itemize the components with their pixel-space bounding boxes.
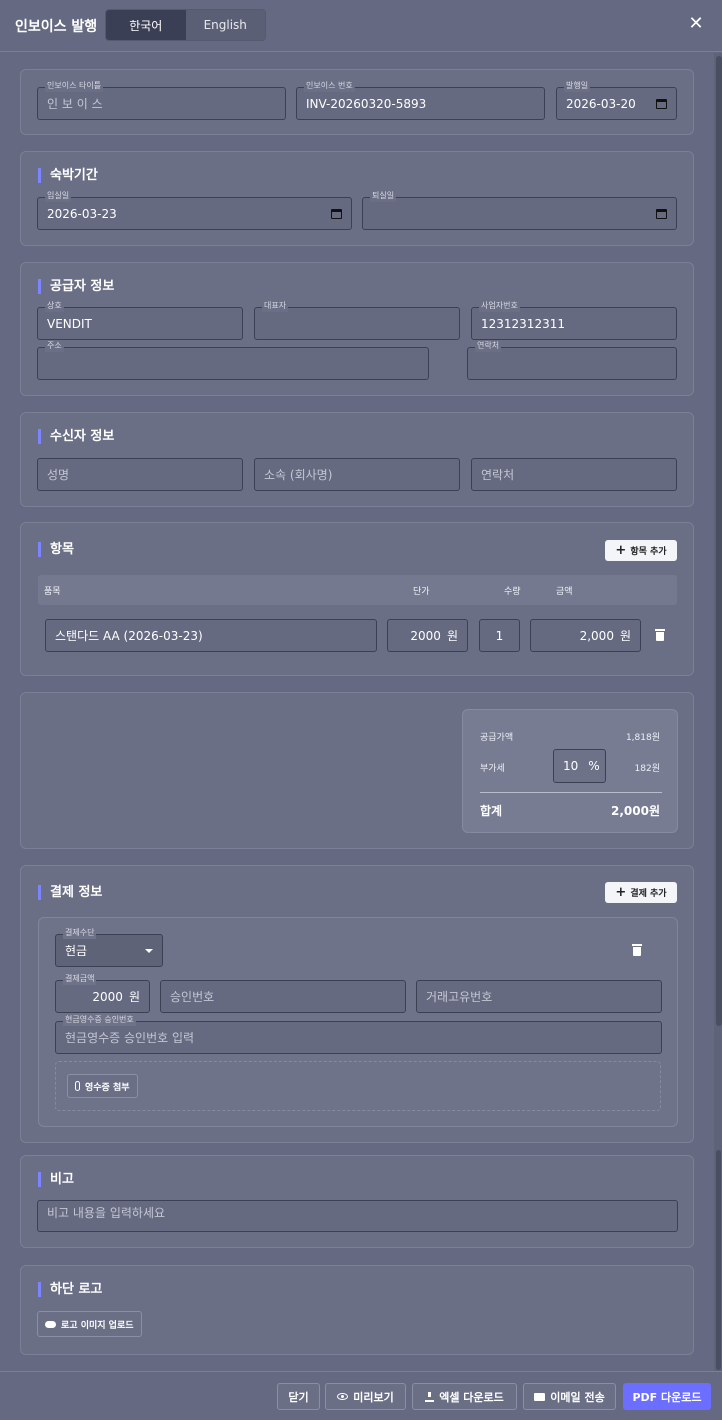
lang-ko-button[interactable]: 한국어 xyxy=(106,10,186,40)
calendar-icon[interactable] xyxy=(656,99,667,109)
recipient-contact-field[interactable]: 연락처 xyxy=(471,458,677,491)
cloud-upload-icon xyxy=(45,1320,56,1328)
total-value: 2,000원 xyxy=(611,804,660,818)
section-title-notes: 비고 xyxy=(38,1172,74,1187)
recipient-org-field[interactable]: 소속 (회사명) xyxy=(254,458,460,491)
paperclip-icon xyxy=(75,1081,80,1091)
notes-card: 비고 비고 내용을 입력하세요 xyxy=(20,1155,694,1248)
supply-amount-value: 1,818원 xyxy=(625,733,660,743)
mail-icon xyxy=(534,1392,546,1401)
section-title-stay: 숙박기간 xyxy=(38,168,98,183)
invoice-title-field[interactable]: 인보이스 타이틀 인 보 이 스 xyxy=(37,80,286,120)
preview-button[interactable]: 미리보기 xyxy=(325,1383,406,1410)
approval-number-field[interactable]: 승인번호 xyxy=(160,980,406,1013)
plus-icon: + xyxy=(615,542,627,558)
item-name-field[interactable]: 스탠다드 AA (2026-03-23) xyxy=(45,619,377,652)
summary-card: 공급가액 1,818원 부가세 10 % 182원 합계 2,000원 xyxy=(20,692,694,849)
calendar-icon[interactable] xyxy=(331,209,342,219)
items-card: 항목 + 항목 추가 품목 단가 수량 금액 스탠다드 AA (2026-03-… xyxy=(20,522,694,676)
notes-textarea[interactable]: 비고 내용을 입력하세요 xyxy=(37,1200,678,1232)
lang-en-button[interactable]: English xyxy=(185,10,265,40)
calendar-icon[interactable] xyxy=(656,209,667,219)
email-send-button[interactable]: 이메일 전송 xyxy=(523,1383,616,1410)
add-payment-button[interactable]: + 결제 추가 xyxy=(605,882,677,903)
pdf-download-button[interactable]: PDF 다운로드 xyxy=(623,1383,711,1410)
chevron-down-icon xyxy=(145,949,153,953)
section-title-items: 항목 xyxy=(38,542,74,557)
supplier-contact-field[interactable]: 연락처 xyxy=(467,340,677,380)
section-title-recipient: 수신자 정보 xyxy=(38,429,114,444)
upload-logo-button[interactable]: 로고 이미지 업로드 xyxy=(37,1311,142,1337)
checkout-date-field[interactable]: 퇴실일 xyxy=(362,190,677,230)
item-price-field[interactable]: 2000 원 xyxy=(387,619,468,652)
issue-date-field[interactable]: 발행일 2026-03-20 xyxy=(556,80,677,120)
cash-receipt-field[interactable]: 현금영수증 승인번호 현금영수증 승인번호 입력 xyxy=(55,1014,662,1054)
summary-box: 공급가액 1,818원 부가세 10 % 182원 합계 2,000원 xyxy=(462,709,678,833)
eye-icon xyxy=(337,1393,349,1400)
section-title-logo: 하단 로고 xyxy=(38,1282,102,1297)
form-body: 인보이스 타이틀 인 보 이 스 인보이스 번호 INV-20260320-58… xyxy=(0,53,714,1371)
close-button[interactable]: 닫기 xyxy=(277,1383,320,1410)
representative-field[interactable]: 대표자 xyxy=(254,300,460,340)
item-amount-field: 2,000 원 xyxy=(530,619,641,652)
excel-download-button[interactable]: 엑셀 다운로드 xyxy=(412,1383,517,1410)
attach-receipt-button[interactable]: 영수증 첨부 xyxy=(67,1074,138,1098)
add-item-button[interactable]: + 항목 추가 xyxy=(605,540,677,561)
scrollbar-thumb[interactable] xyxy=(716,56,722,1026)
item-qty-field[interactable]: 1 xyxy=(479,619,520,652)
delete-item-icon[interactable] xyxy=(655,629,665,641)
checkin-date-field[interactable]: 입실일 2026-03-23 xyxy=(37,190,352,230)
vat-rate-field[interactable]: 10 % xyxy=(553,749,606,783)
download-icon xyxy=(425,1391,435,1402)
payment-method-select[interactable]: 결제수단 현금 xyxy=(55,927,163,967)
items-table-header: 품목 단가 수량 금액 xyxy=(38,575,677,605)
transaction-id-field[interactable]: 거래고유번호 xyxy=(416,980,662,1013)
section-title-payment: 결제 정보 xyxy=(38,885,102,900)
modal-footer: 닫기 미리보기 엑셀 다운로드 이메일 전송 PDF 다운로드 xyxy=(0,1371,722,1420)
receipt-drop-zone[interactable]: 영수증 첨부 xyxy=(55,1061,661,1111)
recipient-name-field[interactable]: 성명 xyxy=(37,458,243,491)
business-number-field[interactable]: 사업자번호 12312312311 xyxy=(471,300,677,340)
summary-divider xyxy=(480,792,662,793)
basic-info-card: 인보이스 타이틀 인 보 이 스 인보이스 번호 INV-20260320-58… xyxy=(20,69,694,135)
supplier-card: 공급자 정보 상호 VENDIT 대표자 사업자번호 12312312311 주… xyxy=(20,262,694,396)
recipient-card: 수신자 정보 성명 소속 (회사명) 연락처 xyxy=(20,412,694,507)
stay-period-card: 숙박기간 입실일 2026-03-23 퇴실일 xyxy=(20,151,694,246)
total-label: 합계 xyxy=(480,804,503,818)
company-name-field[interactable]: 상호 VENDIT xyxy=(37,300,243,340)
vat-label: 부가세 xyxy=(480,764,505,774)
delete-payment-icon[interactable] xyxy=(632,944,642,956)
payment-entry: 결제수단 현금 결제금액 2000 원 승인번호 거래고유번호 현금영수증 승인… xyxy=(38,917,678,1127)
scrollbar-lower-thumb[interactable] xyxy=(716,1150,721,1370)
plus-icon: + xyxy=(615,884,627,900)
close-icon[interactable]: ✕ xyxy=(686,14,706,34)
modal-title: 인보이스 발행 xyxy=(15,18,98,35)
payment-card: 결제 정보 + 결제 추가 결제수단 현금 결제금액 2000 원 승인번호 거… xyxy=(20,865,694,1143)
invoice-number-field[interactable]: 인보이스 번호 INV-20260320-5893 xyxy=(296,80,545,120)
payment-amount-field[interactable]: 결제금액 2000 원 xyxy=(55,973,150,1013)
footer-logo-card: 하단 로고 로고 이미지 업로드 xyxy=(20,1265,694,1355)
language-toggle: 한국어 English xyxy=(105,9,266,41)
section-title-supplier: 공급자 정보 xyxy=(38,279,114,294)
vat-value: 182원 xyxy=(634,764,660,774)
supply-amount-label: 공급가액 xyxy=(480,733,514,743)
address-field[interactable]: 주소 xyxy=(37,340,429,380)
